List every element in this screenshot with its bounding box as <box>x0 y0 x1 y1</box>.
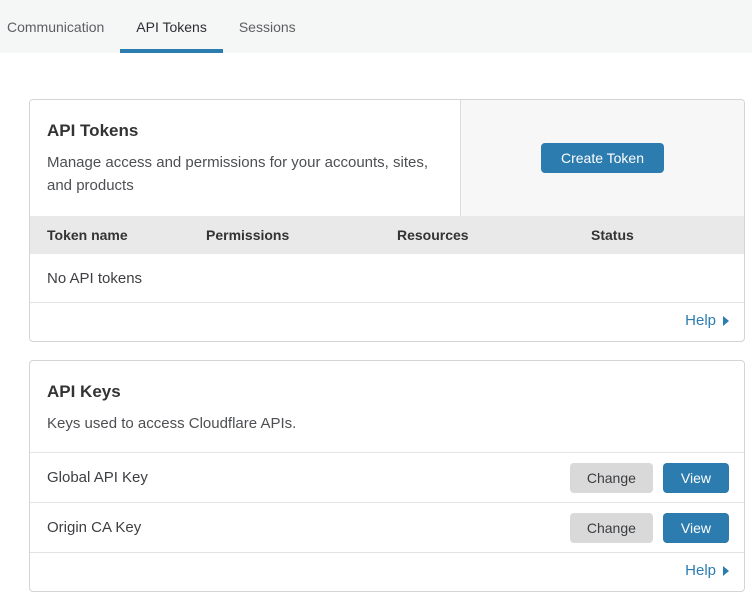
api-tokens-title: API Tokens <box>47 121 443 141</box>
tokens-empty-row: No API tokens <box>30 254 744 302</box>
change-origin-ca-key-button[interactable]: Change <box>570 513 653 543</box>
api-tokens-card-footer: Help <box>30 302 744 341</box>
tab-sessions[interactable]: Sessions <box>223 0 312 53</box>
api-tokens-action-panel: Create Token <box>460 100 744 216</box>
tokens-table-header-permissions: Permissions <box>206 227 397 243</box>
api-tokens-help-label: Help <box>685 312 716 329</box>
api-tokens-help-link[interactable]: Help <box>685 312 729 329</box>
tokens-empty-message: No API tokens <box>47 270 142 287</box>
tab-api-tokens[interactable]: API Tokens <box>120 0 223 53</box>
api-keys-card-header: API Keys Keys used to access Cloudflare … <box>30 361 744 452</box>
api-tokens-card-intro: API Tokens Manage access and permissions… <box>30 100 460 216</box>
api-keys-help-link[interactable]: Help <box>685 562 729 579</box>
api-keys-help-label: Help <box>685 562 716 579</box>
api-tokens-description: Manage access and permissions for your a… <box>47 151 443 198</box>
tokens-table-header-resources: Resources <box>397 227 591 243</box>
api-tokens-card: API Tokens Manage access and permissions… <box>29 99 745 342</box>
view-origin-ca-key-button[interactable]: View <box>663 513 729 543</box>
api-keys-card-footer: Help <box>30 552 744 591</box>
api-key-label-global: Global API Key <box>47 469 148 486</box>
tokens-table-header-status: Status <box>591 227 744 243</box>
tab-communication[interactable]: Communication <box>7 0 120 53</box>
api-key-row-global: Global API Key Change View <box>30 452 744 502</box>
api-tokens-card-header: API Tokens Manage access and permissions… <box>30 100 744 216</box>
api-key-label-origin-ca: Origin CA Key <box>47 519 141 536</box>
create-token-button[interactable]: Create Token <box>541 143 664 173</box>
api-keys-description: Keys used to access Cloudflare APIs. <box>47 412 727 435</box>
api-keys-title: API Keys <box>47 382 727 402</box>
tab-strip: Communication API Tokens Sessions <box>0 0 752 53</box>
tokens-table-header: Token name Permissions Resources Status <box>30 216 744 254</box>
api-keys-card: API Keys Keys used to access Cloudflare … <box>29 360 745 592</box>
help-arrow-icon <box>723 316 729 326</box>
help-arrow-icon <box>723 566 729 576</box>
api-key-row-origin-ca: Origin CA Key Change View <box>30 502 744 552</box>
view-global-api-key-button[interactable]: View <box>663 463 729 493</box>
tokens-table-header-token-name: Token name <box>47 227 206 243</box>
change-global-api-key-button[interactable]: Change <box>570 463 653 493</box>
